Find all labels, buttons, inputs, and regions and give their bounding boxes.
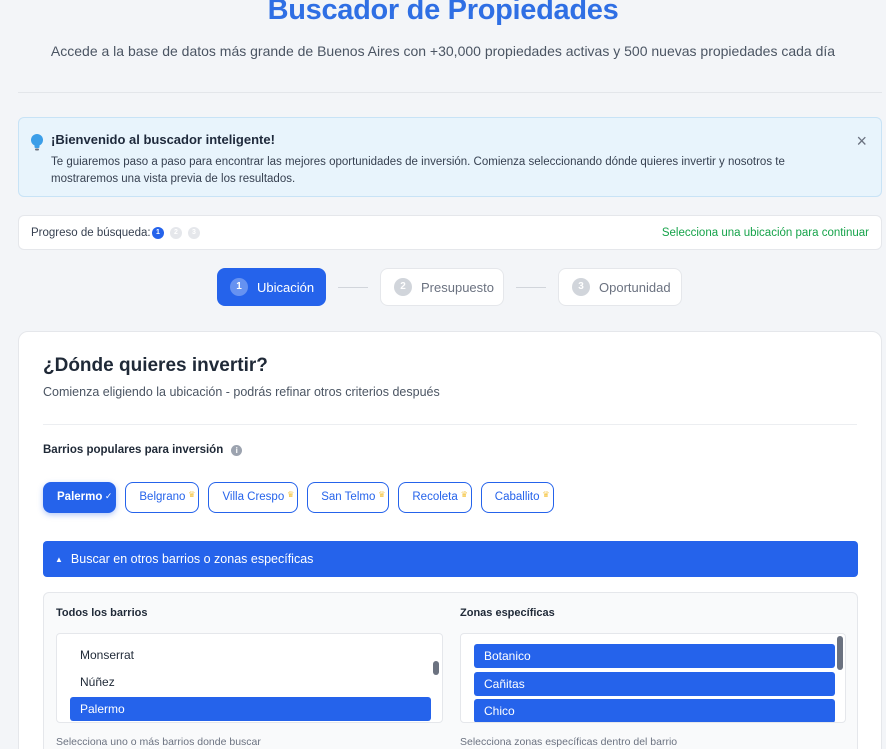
chip-label: San Telmo	[321, 491, 376, 503]
step-number: 3	[572, 278, 590, 296]
close-icon[interactable]: ×	[856, 132, 867, 150]
location-card: ¿Dónde quieres invertir? Comienza eligie…	[18, 331, 882, 749]
chip-palermo[interactable]: Palermo ✓	[43, 482, 117, 513]
chip-recoleta[interactable]: Recoleta ♛	[398, 482, 472, 513]
chip-label: Villa Crespo	[222, 491, 285, 503]
progress-dot-2: 2	[170, 227, 182, 239]
step-label: Presupuesto	[421, 279, 494, 295]
chip-villa-crespo[interactable]: Villa Crespo ♛	[208, 482, 299, 513]
zonas-helper-text: Selecciona zonas específicas dentro del …	[460, 736, 678, 748]
scrollbar-thumb[interactable]	[837, 636, 843, 670]
triangle-up-icon: ▲	[55, 555, 63, 564]
chip-label: Palermo	[57, 491, 103, 503]
progress-label: Progreso de búsqueda:	[31, 227, 151, 239]
zonas-label: Zonas específicas	[460, 607, 555, 619]
progress-dot-3: 3	[188, 227, 200, 239]
other-barrios-toggle[interactable]: ▲ Buscar en otros barrios o zonas específ…	[43, 541, 858, 577]
todos-barrios-label: Todos los barrios	[56, 607, 148, 619]
crown-icon: ♛	[188, 490, 196, 499]
search-progress: Progreso de búsqueda: 1 2 3 Selecciona u…	[18, 215, 882, 250]
card-subtitle: Comienza eligiendo la ubicación - podrás…	[43, 385, 440, 399]
check-icon: ✓	[104, 491, 113, 501]
progress-status: Selecciona una ubicación para continuar	[661, 227, 869, 239]
step-connector	[338, 287, 368, 288]
chip-label: Belgrano	[139, 491, 186, 503]
crown-icon: ♛	[542, 490, 550, 499]
chip-label: Caballito	[494, 491, 540, 503]
list-item[interactable]: Monserrat	[70, 643, 431, 667]
barrio-chips: Palermo ✓ Belgrano ♛ Villa Crespo ♛ San …	[43, 482, 554, 513]
step-oportunidad[interactable]: 3 Oportunidad	[558, 268, 682, 306]
chip-belgrano[interactable]: Belgrano ♛	[125, 482, 200, 513]
todos-barrios-listbox[interactable]: Monserrat Núñez Palermo	[56, 633, 443, 723]
step-connector	[516, 287, 546, 288]
popular-barrios-text: Barrios populares para inversión	[43, 444, 224, 456]
crown-icon: ♛	[460, 490, 468, 499]
card-title: ¿Dónde quieres invertir?	[43, 355, 268, 376]
step-presupuesto[interactable]: 2 Presupuesto	[380, 268, 504, 306]
list-item[interactable]: Botanico	[474, 644, 835, 668]
step-label: Oportunidad	[599, 279, 671, 295]
card-divider	[43, 424, 857, 425]
welcome-title: ¡Bienvenido al buscador inteligente!	[51, 132, 275, 147]
todos-helper-text: Selecciona uno o más barrios donde busca…	[56, 736, 261, 748]
progress-dot-1: 1	[152, 227, 164, 239]
crown-icon: ♛	[287, 490, 295, 499]
list-item[interactable]: Palermo	[70, 697, 431, 721]
page-subtitle: Accede a la base de datos más grande de …	[50, 43, 836, 59]
step-number: 1	[230, 278, 248, 296]
list-item[interactable]: Núñez	[70, 670, 431, 694]
list-item[interactable]: Chico	[474, 699, 835, 722]
chip-label: Recoleta	[412, 491, 458, 503]
zonas-listbox[interactable]: Botanico Cañitas Chico	[460, 633, 846, 723]
step-number: 2	[394, 278, 412, 296]
list-item[interactable]: Cañitas	[474, 672, 835, 696]
header-divider	[18, 92, 882, 93]
welcome-banner: ¡Bienvenido al buscador inteligente! Te …	[18, 117, 882, 197]
chip-san-telmo[interactable]: San Telmo ♛	[307, 482, 390, 513]
chip-caballito[interactable]: Caballito ♛	[480, 482, 554, 513]
popular-barrios-label: Barrios populares para inversión i	[43, 444, 243, 456]
page-title: Buscador de Propiedades	[267, 0, 619, 26]
welcome-text: Te guiaremos paso a paso para encontrar …	[51, 156, 785, 185]
step-label: Ubicación	[257, 279, 315, 295]
step-ubicacion[interactable]: 1 Ubicación	[217, 268, 326, 306]
lightbulb-icon	[31, 134, 43, 151]
barrio-selection-panel: Todos los barrios Monserrat Núñez Palerm…	[43, 592, 858, 749]
crown-icon: ♛	[378, 490, 386, 499]
scrollbar-thumb[interactable]	[433, 661, 439, 675]
info-icon[interactable]: i	[231, 444, 243, 456]
toggle-label: Buscar en otros barrios o zonas específi…	[70, 552, 314, 566]
